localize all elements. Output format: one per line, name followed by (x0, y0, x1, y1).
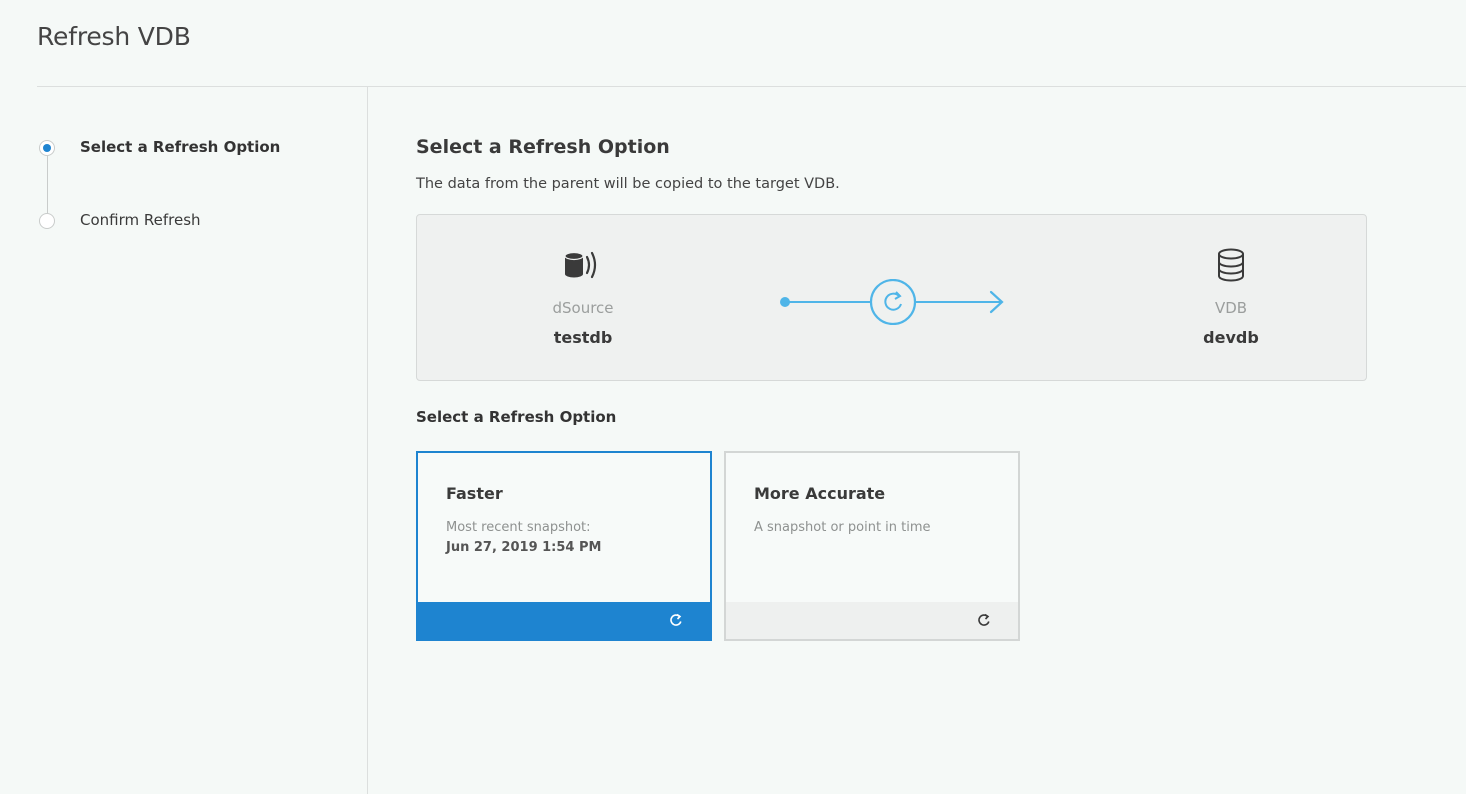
source-name: testdb (553, 328, 613, 347)
step-inactive-indicator (39, 213, 55, 229)
option-footer (418, 602, 710, 639)
step-active-indicator (39, 140, 55, 156)
refresh-arrow-icon (777, 278, 1007, 329)
source-type: dSource (552, 299, 614, 317)
option-title: More Accurate (754, 484, 886, 503)
option-description: A snapshot or point in time (754, 520, 931, 535)
options-label: Select a Refresh Option (416, 408, 617, 426)
refresh-icon (670, 613, 682, 626)
database-icon (1161, 247, 1301, 283)
section-title: Select a Refresh Option (416, 136, 670, 158)
step-label: Select a Refresh Option (80, 138, 281, 156)
target-name: devdb (1203, 328, 1259, 347)
option-more-accurate-card[interactable]: More Accurate A snapshot or point in tim… (724, 451, 1020, 641)
step-label: Confirm Refresh (80, 211, 201, 229)
section-description: The data from the parent will be copied … (416, 176, 840, 192)
target-type: VDB (1214, 299, 1248, 317)
refresh-flow-panel: dSource testdb VDB devdb (416, 214, 1367, 381)
dsource-database-icon (513, 247, 653, 283)
page-title: Refresh VDB (37, 22, 191, 51)
source-endpoint: dSource testdb (513, 247, 653, 347)
option-description: Most recent snapshot: (446, 520, 591, 535)
option-faster-card[interactable]: Faster Most recent snapshot: Jun 27, 201… (416, 451, 712, 641)
snapshot-date: Jun 27, 2019 1:54 PM (446, 540, 602, 555)
option-footer (726, 602, 1018, 639)
refresh-icon (978, 613, 990, 626)
option-title: Faster (446, 484, 503, 503)
sidebar-divider (367, 87, 368, 794)
header-divider (37, 86, 1466, 87)
target-endpoint: VDB devdb (1161, 247, 1301, 347)
